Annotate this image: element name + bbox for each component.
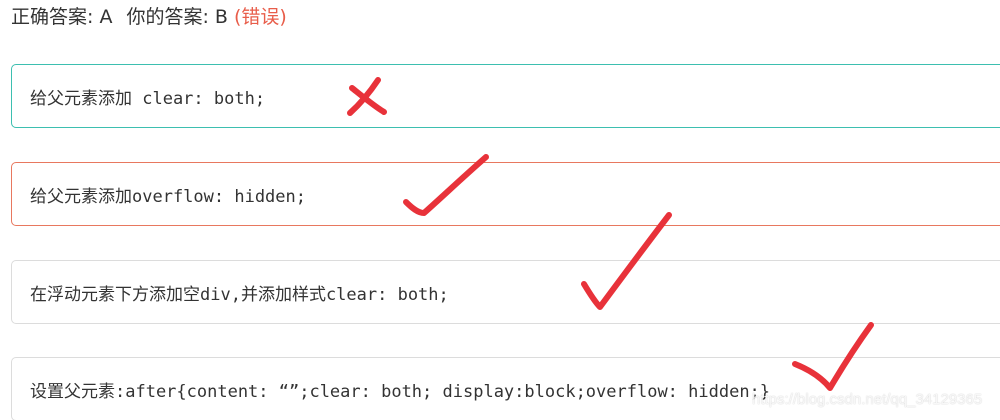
option-d-text: 设置父元素:after{content: “”;clear: both; dis… — [30, 381, 771, 402]
answer-result-header: 正确答案: A 你的答案: B (错误) — [11, 4, 287, 30]
option-a[interactable]: 给父元素添加 clear: both; — [11, 64, 1000, 128]
option-b[interactable]: 给父元素添加overflow: hidden; — [11, 162, 1000, 226]
option-d[interactable]: 设置父元素:after{content: “”;clear: both; dis… — [11, 357, 1000, 420]
option-a-text: 给父元素添加 clear: both; — [30, 88, 266, 109]
status-badge: (错误) — [233, 6, 287, 28]
watermark: https://blog.csdn.net/qq_34129365 — [752, 391, 983, 408]
option-b-text: 给父元素添加overflow: hidden; — [30, 186, 306, 207]
correct-answer-label: 正确答案: A — [11, 6, 113, 28]
option-c[interactable]: 在浮动元素下方添加空div,并添加样式clear: both; — [11, 260, 1000, 324]
user-answer-label: 你的答案: B — [126, 6, 228, 28]
option-c-text: 在浮动元素下方添加空div,并添加样式clear: both; — [30, 284, 449, 305]
